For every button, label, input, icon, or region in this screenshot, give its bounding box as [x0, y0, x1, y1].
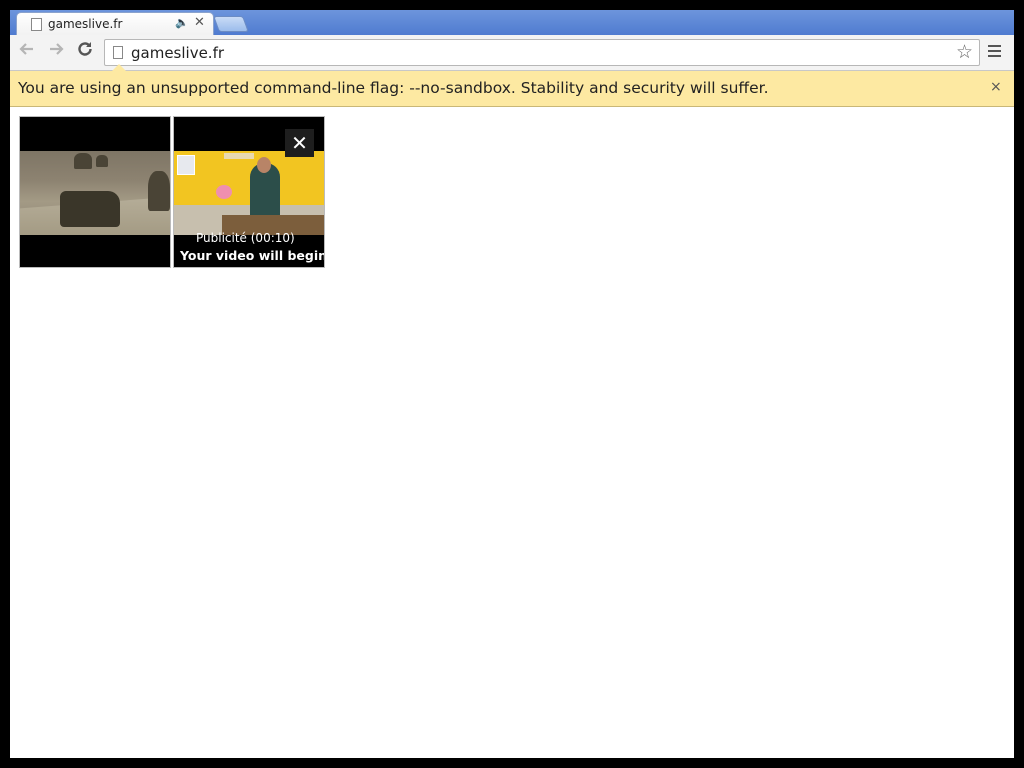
game-video-frame [20, 151, 170, 235]
reload-icon[interactable] [73, 40, 97, 64]
warning-infobar: You are using an unsupported command-lin… [10, 64, 1014, 107]
page-icon [31, 18, 42, 31]
ad-video-player[interactable]: ✕ Publicité (00:10) Your video will begi… [173, 116, 325, 268]
toolbar: gameslive.fr ☆ [10, 35, 1014, 71]
bookmark-star-icon[interactable]: ☆ [956, 41, 973, 63]
infobar-close-icon[interactable]: × [990, 79, 1002, 95]
ad-label: Publicité (00:10) [196, 231, 295, 245]
game-video-player[interactable] [19, 116, 171, 268]
ad-close-icon[interactable]: ✕ [285, 129, 314, 157]
address-bar[interactable]: gameslive.fr ☆ [104, 39, 980, 66]
new-tab-button[interactable] [213, 16, 249, 32]
ad-message: Your video will begin [180, 248, 325, 263]
infobar-message: You are using an unsupported command-lin… [18, 79, 769, 97]
ad-video-frame [174, 151, 324, 235]
forward-arrow-icon[interactable] [44, 40, 68, 64]
browser-window: gameslive.fr 🔈 ✕ gameslive.fr ☆ You are … [10, 10, 1014, 758]
speaker-icon[interactable]: 🔈 [175, 16, 189, 29]
menu-icon[interactable] [988, 42, 1004, 62]
tab-gameslive[interactable]: gameslive.fr 🔈 ✕ [16, 12, 214, 36]
tab-strip: gameslive.fr 🔈 ✕ [10, 10, 1014, 36]
back-arrow-icon[interactable] [15, 40, 39, 64]
infobar-arrow [112, 64, 126, 71]
page-icon [113, 46, 123, 59]
tab-close-icon[interactable]: ✕ [194, 15, 205, 30]
url-text[interactable]: gameslive.fr [131, 44, 224, 62]
tab-title: gameslive.fr [48, 17, 123, 31]
page-content: ✕ Publicité (00:10) Your video will begi… [10, 107, 1014, 758]
